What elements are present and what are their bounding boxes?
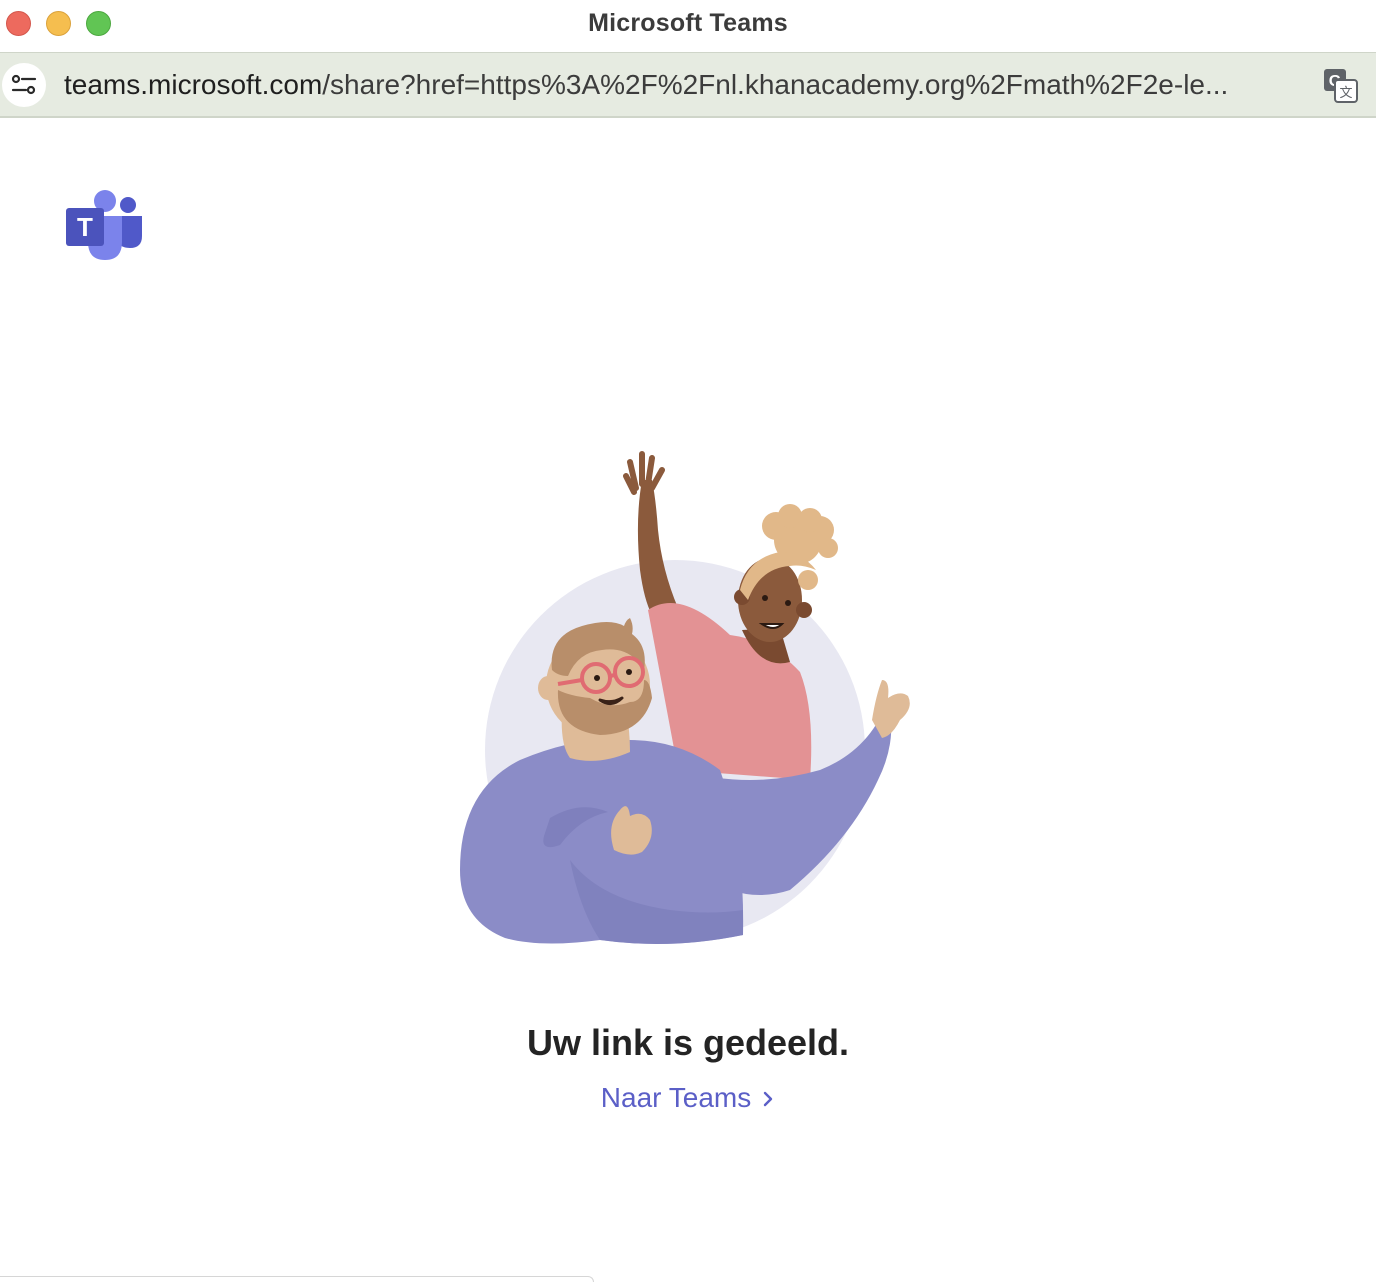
chevron-right-icon — [761, 1084, 775, 1116]
tune-icon — [11, 74, 37, 95]
svg-text:T: T — [77, 212, 93, 242]
translate-icon: G 文 — [1324, 69, 1358, 103]
share-confirmation-heading: Uw link is gedeeld. — [526, 1022, 850, 1063]
people-waving-illustration — [430, 440, 950, 960]
url-path: /share?href=https%3A%2F%2Fnl.khanacademy… — [322, 69, 1229, 100]
site-settings-button[interactable] — [2, 63, 46, 107]
window-titlebar: Microsoft Teams — [0, 0, 1376, 52]
go-to-teams-link[interactable]: Naar Teams — [0, 1082, 1376, 1116]
window-title: Microsoft Teams — [588, 9, 788, 37]
go-to-teams-label: Naar Teams — [600, 1082, 752, 1113]
microsoft-teams-logo: T — [64, 186, 146, 266]
bottom-panel-edge — [0, 1276, 594, 1282]
svg-text:文: 文 — [1339, 86, 1352, 101]
address-bar: teams.microsoft.com/share?href=https%3A%… — [0, 52, 1376, 118]
translate-button[interactable]: G 文 — [1322, 67, 1360, 105]
url-host: teams.microsoft.com — [64, 69, 323, 100]
url-text[interactable]: teams.microsoft.com/share?href=https%3A%… — [64, 69, 1304, 101]
